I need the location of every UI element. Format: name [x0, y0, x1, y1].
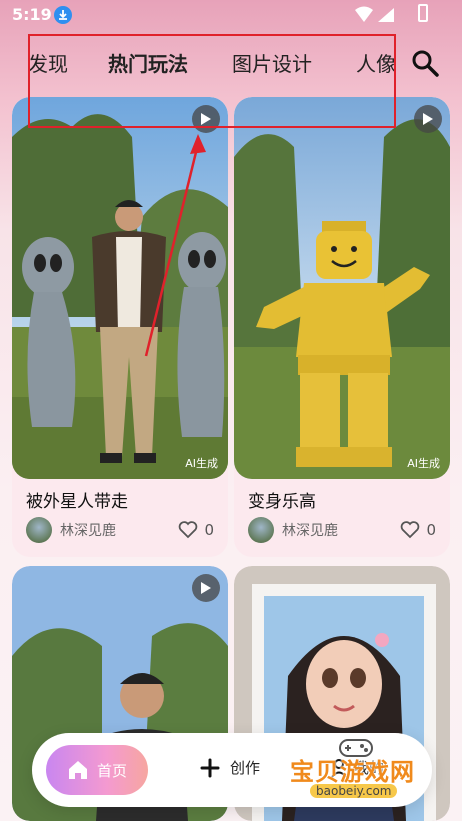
card-author[interactable]: 林深见鹿 — [248, 517, 338, 543]
ai-badge: AI生成 — [185, 457, 218, 470]
home-icon — [68, 761, 87, 779]
plus-icon — [200, 758, 220, 777]
heart-icon — [179, 521, 198, 539]
heart-icon — [401, 521, 420, 539]
watermark: 宝贝游戏网 baobeiy.com — [282, 736, 454, 806]
author-name: 林深见鹿 — [282, 523, 338, 539]
download-icon — [54, 6, 72, 24]
avatar — [26, 517, 52, 543]
like-count: 0 — [204, 521, 214, 539]
card-author[interactable]: 林深见鹿 — [26, 517, 116, 543]
search-icon[interactable] — [410, 48, 440, 78]
card-title: 被外星人带走 — [26, 492, 128, 512]
status-bar: 5:19 — [0, 0, 462, 30]
nav-home-label: 首页 — [96, 761, 127, 780]
annotation-rectangle — [28, 34, 396, 128]
nav-home-button[interactable]: 首页 — [46, 745, 148, 795]
status-time: 5:19 — [12, 5, 52, 24]
ai-badge: AI生成 — [407, 457, 440, 470]
watermark-title: 宝贝游戏网 — [290, 758, 415, 786]
play-icon[interactable] — [192, 574, 220, 602]
card-photo: AI生成 — [12, 97, 228, 479]
watermark-url: baobeiy.com — [310, 784, 398, 798]
card-alien[interactable]: AI生成 被外星人带走 林深见鹿 0 — [12, 97, 228, 557]
play-icon[interactable] — [414, 105, 442, 133]
card-title: 变身乐高 — [248, 492, 316, 512]
avatar — [248, 517, 274, 543]
battery-icon — [418, 4, 428, 22]
like-button[interactable]: 0 — [400, 521, 436, 539]
like-count: 0 — [426, 521, 436, 539]
nav-create-label: 创作 — [230, 759, 261, 777]
wifi-signal-icon — [355, 6, 394, 22]
like-button[interactable]: 0 — [178, 521, 214, 539]
card-photo: AI生成 — [234, 97, 450, 479]
author-name: 林深见鹿 — [60, 523, 116, 539]
nav-create-button[interactable]: 创作 — [200, 757, 260, 778]
card-lego[interactable]: AI生成 变身乐高 林深见鹿 0 — [234, 97, 450, 557]
